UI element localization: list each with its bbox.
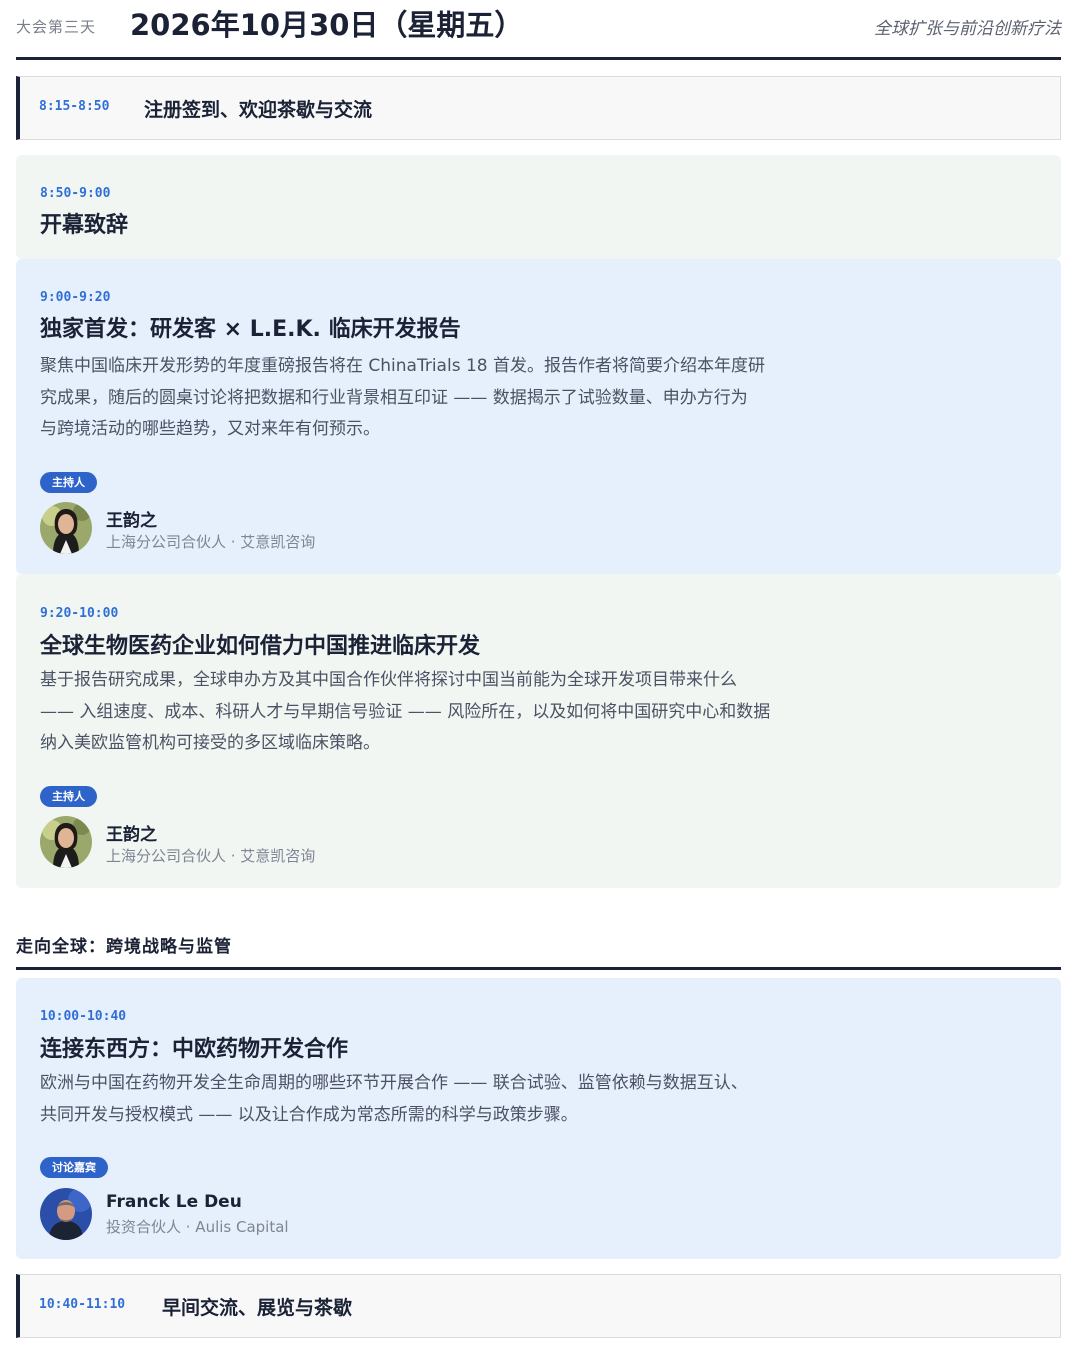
speaker-name[interactable]: 王韵之 (106, 506, 157, 531)
role-badge: 讨论嘉宾 (40, 1157, 108, 1178)
description-line: 与跨境活动的哪些趋势，又对来年有何预示。 (40, 419, 380, 439)
session-description: 基于报告研究成果，全球申办方及其中国合作伙伴将探讨中国当前能为全球开发项目带来什… (40, 665, 850, 760)
session-time: 10:00-10:40 (40, 1009, 127, 1024)
section-header: 走向全球：跨境战略与监管 (16, 918, 1061, 970)
avatar[interactable] (40, 502, 92, 554)
description-line: 究成果，随后的圆桌讨论将把数据和行业背景相互印证 —— 数据揭示了试验数量、申办… (40, 387, 748, 408)
break-label: 早间交流、展览与茶歇 (162, 1297, 353, 1319)
session-title: 独家首发：研发客 × L.E.K. 临床开发报告 (40, 317, 461, 342)
description-line: 欧洲与中国在药物开发全生命周期的哪些环节开展合作 —— 联合试验、监管依赖与数据… (40, 1073, 748, 1093)
description-line: 聚焦中国临床开发形势的年度重磅报告将在 ChinaTrials 18 首发。报告… (40, 356, 765, 376)
session-time: 9:20-10:00 (40, 606, 119, 621)
session-description: 聚焦中国临床开发形势的年度重磅报告将在 ChinaTrials 18 首发。报告… (40, 351, 850, 446)
description-line: 基于报告研究成果，全球申办方及其中国合作伙伴将探讨中国当前能为全球开发项目带来什… (40, 670, 737, 690)
avatar[interactable] (40, 816, 92, 868)
session-card[interactable]: 10:00-10:40 连接东西方：中欧药物开发合作 欧洲与中国在药物开发全生命… (16, 978, 1061, 1259)
break-time: 8:15-8:50 (39, 99, 110, 114)
avatar-photo-wang (40, 816, 92, 868)
avatar-photo-wang (40, 502, 92, 554)
speaker-name[interactable]: Franck Le Deu (106, 1192, 242, 1212)
session-title: 全球生物医药企业如何借力中国推进临床开发 (40, 634, 481, 659)
break-row: 8:15-8:50 注册签到、欢迎茶歇与交流 (16, 76, 1061, 140)
session-title: 开幕致辞 (40, 213, 129, 238)
role-badge: 主持人 (40, 472, 97, 493)
description-line: 纳入美欧监管机构可接受的多区域临床策略。 (40, 733, 380, 753)
session-card[interactable]: 9:20-10:00 全球生物医药企业如何借力中国推进临床开发 基于报告研究成果… (16, 574, 1061, 888)
section-title: 走向全球：跨境战略与监管 (16, 937, 232, 957)
role-badge: 主持人 (40, 786, 97, 807)
speaker-role: 上海分公司合伙人 · 艾意凯咨询 (106, 847, 316, 865)
description-line: —— 入组速度、成本、科研人才与早期信号验证 —— 风险所在，以及如何将中国研究… (40, 701, 771, 722)
date-title: 2026年10月30日（星期五） (130, 8, 524, 42)
break-time: 10:40-11:10 (39, 1297, 126, 1312)
session-card[interactable]: 9:00-9:20 独家首发：研发客 × L.E.K. 临床开发报告 聚焦中国临… (16, 259, 1061, 574)
description-line: 共同开发与授权模式 —— 以及让合作成为常态所需的科学与政策步骤。 (40, 1104, 578, 1125)
day-label: 大会第三天 (16, 18, 97, 36)
avatar-photo-franck (40, 1188, 92, 1240)
avatar[interactable] (40, 1188, 92, 1240)
session-description: 欧洲与中国在药物开发全生命周期的哪些环节开展合作 —— 联合试验、监管依赖与数据… (40, 1068, 850, 1131)
session-time: 9:00-9:20 (40, 290, 111, 305)
speaker-role: 上海分公司合伙人 · 艾意凯咨询 (106, 533, 316, 551)
session-title: 连接东西方：中欧药物开发合作 (40, 1037, 349, 1062)
speaker-role: 投资合伙人 · Aulis Capital (106, 1218, 289, 1236)
break-label: 注册签到、欢迎茶歇与交流 (144, 99, 373, 121)
day-header: 大会第三天 2026年10月30日（星期五） 全球扩张与前沿创新疗法 (16, 0, 1061, 60)
speaker-name[interactable]: 王韵之 (106, 820, 157, 845)
day-theme: 全球扩张与前沿创新疗法 (874, 19, 1061, 39)
session-card[interactable]: 8:50-9:00 开幕致辞 (16, 155, 1061, 259)
break-row: 10:40-11:10 早间交流、展览与茶歇 (16, 1274, 1061, 1338)
session-time: 8:50-9:00 (40, 186, 111, 201)
